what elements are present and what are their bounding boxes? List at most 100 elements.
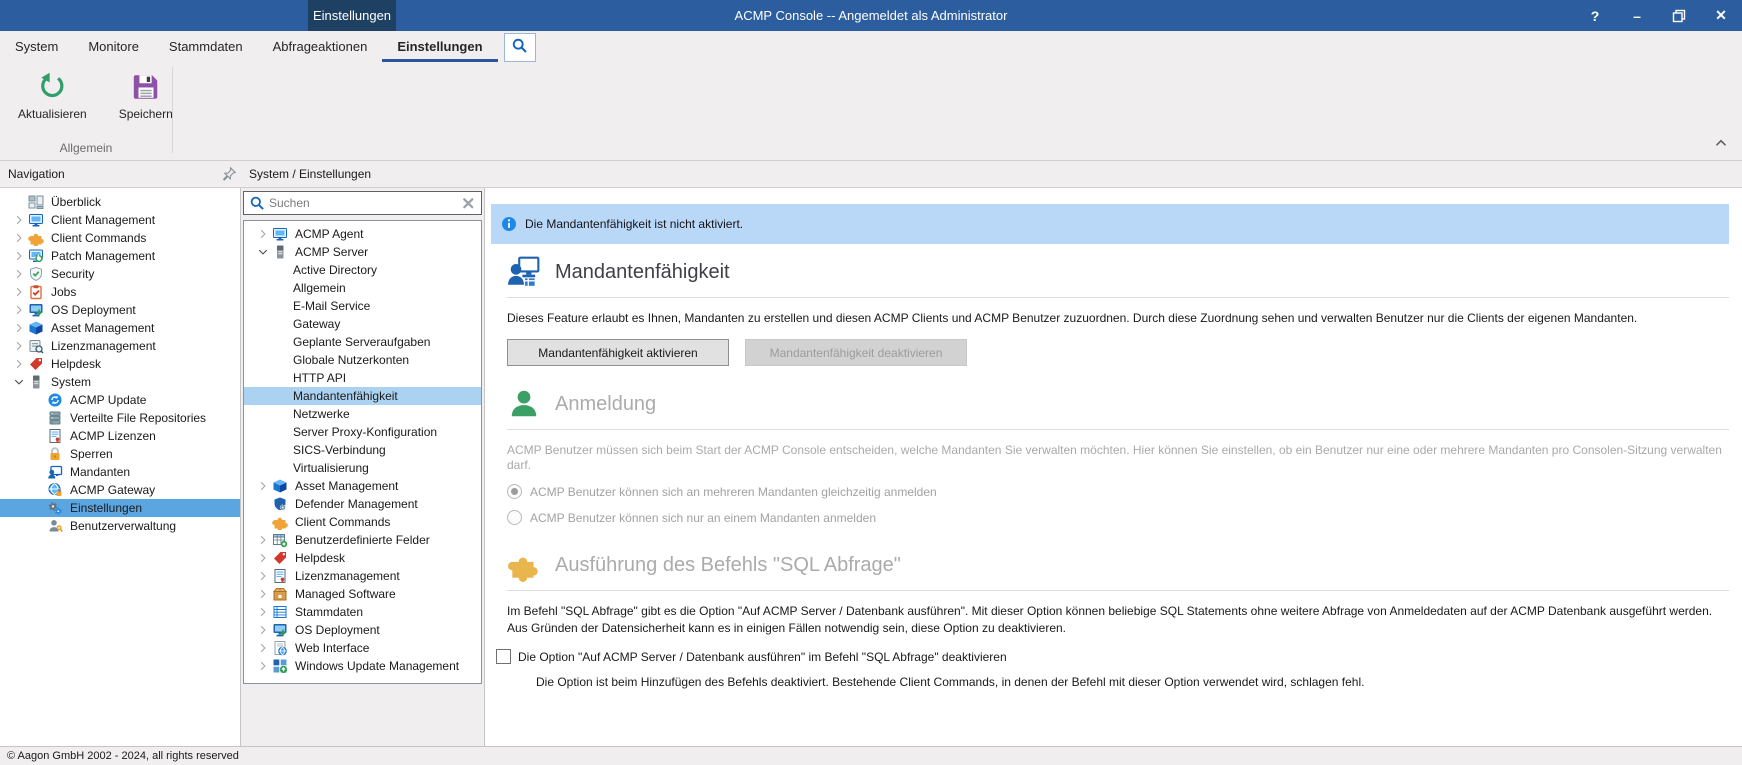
chevron-right-icon[interactable]	[10, 249, 28, 263]
arrow-spacer	[29, 429, 47, 443]
search-input[interactable]: Suchen	[243, 191, 482, 215]
chevron-right-icon[interactable]	[254, 479, 272, 493]
menu-abfrageaktionen[interactable]: Abfrageaktionen	[258, 31, 383, 62]
chevron-right-icon[interactable]	[10, 321, 28, 335]
chevron-right-icon[interactable]	[254, 551, 272, 565]
chevron-right-icon[interactable]	[254, 227, 272, 241]
radio-checked-icon[interactable]	[507, 484, 522, 499]
tree-item-geplante-serveraufgaben[interactable]: Geplante Serveraufgaben	[244, 333, 481, 351]
clear-search-icon[interactable]	[461, 196, 476, 211]
tree-item-system[interactable]: System	[0, 373, 240, 391]
tree-item-asset-management[interactable]: Asset Management	[0, 319, 240, 337]
tree-item-jobs[interactable]: Jobs	[0, 283, 240, 301]
tree-item-acmp-update[interactable]: ACMP Update	[0, 391, 240, 409]
chevron-right-icon[interactable]	[10, 231, 28, 245]
chevron-right-icon[interactable]	[254, 659, 272, 673]
tree-item-acmp-server[interactable]: ACMP Server	[244, 243, 481, 261]
tree-item-client-management[interactable]: Client Management	[0, 211, 240, 229]
chevron-right-icon[interactable]	[10, 339, 28, 353]
tree-item-client-commands[interactable]: Client Commands	[244, 513, 481, 531]
chevron-right-icon[interactable]	[10, 357, 28, 371]
chevron-right-icon[interactable]	[254, 605, 272, 619]
titlebar: ACMP Console -- Angemeldet als Administr…	[0, 0, 1742, 31]
tree-item-e-mail-service[interactable]: E-Mail Service	[244, 297, 481, 315]
tree-item-http-api[interactable]: HTTP API	[244, 369, 481, 387]
chevron-right-icon[interactable]	[254, 533, 272, 547]
tree-item-patch-management[interactable]: Patch Management	[0, 247, 240, 265]
tree-item-windows-update-management[interactable]: Windows Update Management	[244, 657, 481, 675]
tree-item-os-deployment[interactable]: OS Deployment	[0, 301, 240, 319]
tree-item-os-deployment[interactable]: OS Deployment	[244, 621, 481, 639]
mandanten-icon	[47, 464, 64, 480]
tree-item-lizenzmanagement[interactable]: Lizenzmanagement	[244, 567, 481, 585]
chevron-right-icon[interactable]	[254, 623, 272, 637]
menu-stammdaten[interactable]: Stammdaten	[154, 31, 258, 62]
pin-icon[interactable]	[221, 166, 237, 182]
chevron-right-icon[interactable]	[254, 587, 272, 601]
radio-option-ein-mandant[interactable]: ACMP Benutzer können sich nur an einem M…	[507, 510, 1729, 525]
arrow-spacer	[29, 483, 47, 497]
tree-item-einstellungen[interactable]: Einstellungen	[0, 499, 240, 517]
restore-icon	[1671, 8, 1687, 24]
tree-item-acmp-gateway[interactable]: ACMP Gateway	[0, 481, 240, 499]
radio-label: ACMP Benutzer können sich nur an einem M…	[530, 510, 876, 525]
titlebar-tab-einstellungen[interactable]: Einstellungen	[308, 0, 396, 31]
tree-item-defender-management[interactable]: Defender Management	[244, 495, 481, 513]
tree-item-mandanten[interactable]: Mandanten	[0, 463, 240, 481]
search-icon	[249, 195, 265, 211]
radio-unchecked-icon[interactable]	[507, 510, 522, 525]
tree-item-asset-management[interactable]: Asset Management	[244, 477, 481, 495]
checkbox-unchecked-icon[interactable]	[496, 649, 511, 664]
tree-item-acmp-agent[interactable]: ACMP Agent	[244, 225, 481, 243]
tree-item-helpdesk[interactable]: Helpdesk	[0, 355, 240, 373]
tree-item-web-interface[interactable]: Web Interface	[244, 639, 481, 657]
tree-item-sperren[interactable]: Sperren	[0, 445, 240, 463]
chevron-right-icon[interactable]	[10, 213, 28, 227]
tree-item-acmp-lizenzen[interactable]: ACMP Lizenzen	[0, 427, 240, 445]
managed-software-icon	[272, 586, 289, 602]
collapse-ribbon-button[interactable]	[1712, 134, 1730, 152]
chevron-down-icon[interactable]	[10, 375, 28, 389]
tree-item-client-commands[interactable]: Client Commands	[0, 229, 240, 247]
tree-item-gateway[interactable]: Gateway	[244, 315, 481, 333]
file-repositories-icon	[47, 410, 64, 426]
chevron-right-icon[interactable]	[254, 569, 272, 583]
sql-note: Die Option ist beim Hinzufügen des Befeh…	[536, 675, 1365, 689]
chevron-down-icon[interactable]	[254, 245, 272, 259]
tree-item-lizenzmanagement[interactable]: Lizenzmanagement	[0, 337, 240, 355]
chevron-right-icon[interactable]	[10, 267, 28, 281]
tree-item-server-proxy-konfiguration[interactable]: Server Proxy-Konfiguration	[244, 423, 481, 441]
tree-item-allgemein[interactable]: Allgemein	[244, 279, 481, 297]
minimize-button[interactable]: –	[1616, 0, 1658, 31]
aktualisieren-button[interactable]: Aktualisieren	[8, 64, 97, 125]
tree-item-globale-nutzerkonten[interactable]: Globale Nutzerkonten	[244, 351, 481, 369]
tree-item-sics-verbindung[interactable]: SICS-Verbindung	[244, 441, 481, 459]
tree-item-verteilte-file-repositories[interactable]: Verteilte File Repositories	[0, 409, 240, 427]
sql-disable-option-row[interactable]: Die Option "Auf ACMP Server / Datenbank …	[496, 649, 1729, 664]
tree-item-netzwerke[interactable]: Netzwerke	[244, 405, 481, 423]
tree-item-security[interactable]: Security	[0, 265, 240, 283]
tree-item-stammdaten[interactable]: Stammdaten	[244, 603, 481, 621]
chevron-right-icon[interactable]	[10, 285, 28, 299]
menu-einstellungen[interactable]: Einstellungen	[382, 31, 498, 62]
menu-system[interactable]: System	[0, 31, 73, 62]
tree-item-benutzerverwaltung[interactable]: Benutzerverwaltung	[0, 517, 240, 535]
radio-option-mehrere-mandanten[interactable]: ACMP Benutzer können sich an mehreren Ma…	[507, 484, 1729, 499]
tree-item-benutzerdefinierte-felder[interactable]: Benutzerdefinierte Felder	[244, 531, 481, 549]
help-button[interactable]: ?	[1574, 0, 1616, 31]
tree-item-helpdesk[interactable]: Helpdesk	[244, 549, 481, 567]
patch-management-icon	[28, 248, 45, 264]
chevron-right-icon[interactable]	[254, 641, 272, 655]
tree-item-mandantenf-higkeit[interactable]: Mandantenfähigkeit	[244, 387, 481, 405]
tree-item-active-directory[interactable]: Active Directory	[244, 261, 481, 279]
acmp-update-icon	[47, 392, 64, 408]
ribbon-search-button[interactable]	[503, 33, 536, 62]
close-button[interactable]: ✕	[1700, 0, 1742, 31]
activate-mandant-button[interactable]: Mandantenfähigkeit aktivieren	[507, 339, 729, 366]
restore-button[interactable]	[1658, 0, 1700, 31]
tree-item-virtualisierung[interactable]: Virtualisierung	[244, 459, 481, 477]
tree-item-managed-software[interactable]: Managed Software	[244, 585, 481, 603]
chevron-right-icon[interactable]	[10, 303, 28, 317]
tree-item-berblick[interactable]: Überblick	[0, 193, 240, 211]
menu-monitore[interactable]: Monitore	[73, 31, 154, 62]
